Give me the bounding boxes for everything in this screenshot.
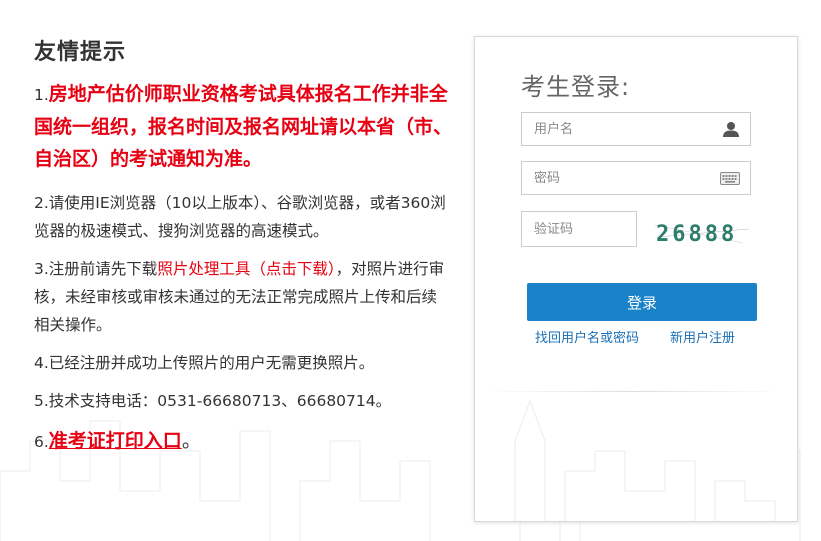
username-input[interactable] xyxy=(522,113,714,145)
captcha-field xyxy=(521,211,637,247)
password-field xyxy=(521,161,751,195)
notice-item-1-text: 房地产估价师职业资格考试具体报名工作并非全国统一组织，报名时间及报名网址请以本省… xyxy=(34,83,453,170)
keyboard-icon[interactable] xyxy=(720,170,740,186)
login-title: 考生登录: xyxy=(521,73,631,101)
captcha-input[interactable] xyxy=(522,212,634,246)
login-button[interactable]: 登录 xyxy=(527,283,757,321)
user-icon xyxy=(723,122,739,137)
notice-item-2: 2.请使用IE浏览器（10以上版本）、谷歌浏览器，或者360浏览器的极速模式、搜… xyxy=(34,189,452,245)
notice-item-4: 4.已经注册并成功上传照片的用户无需更换照片。 xyxy=(34,349,452,377)
captcha-text: 26888 xyxy=(656,222,737,247)
notice-item-6: 6.准考证打印入口。 xyxy=(34,425,452,458)
notice-item-5-number: 5. xyxy=(34,392,49,410)
notice-item-5-text: 技术支持电话：0531-66680713、66680714。 xyxy=(48,392,392,410)
admission-ticket-print-link[interactable]: 准考证打印入口 xyxy=(49,430,182,452)
notice-item-2-number: 2. xyxy=(34,194,49,212)
notice-item-1: 1.房地产估价师职业资格考试具体报名工作并非全国统一组织，报名时间及报名网址请以… xyxy=(34,78,452,175)
forgot-credentials-link[interactable]: 找回用户名或密码 xyxy=(535,327,639,346)
notice-item-3: 3.注册前请先下载照片处理工具（点击下载），对照片进行审核，未经审核或审核未通过… xyxy=(34,255,452,339)
password-input[interactable] xyxy=(522,162,714,194)
notice-item-3-number: 3. xyxy=(34,260,49,278)
notice-item-3-pre: 注册前请先下载 xyxy=(48,260,158,278)
login-panel: 考生登录: 26888 登录 xyxy=(474,36,798,522)
notice-panel: 友情提示 1.房地产估价师职业资格考试具体报名工作并非全国统一组织，报名时间及报… xyxy=(34,34,452,458)
notice-item-2-text: 请使用IE浏览器（10以上版本）、谷歌浏览器，或者360浏览器的极速模式、搜狗浏… xyxy=(34,194,446,240)
notice-item-4-text: 已经注册并成功上传照片的用户无需更换照片。 xyxy=(48,354,375,372)
register-link[interactable]: 新用户注册 xyxy=(670,327,735,346)
notice-item-1-number: 1. xyxy=(34,86,49,104)
username-field xyxy=(521,112,751,146)
notice-item-4-number: 4. xyxy=(34,354,49,372)
notice-item-5: 5.技术支持电话：0531-66680713、66680714。 xyxy=(34,387,452,415)
panel-skyline-decoration xyxy=(514,399,776,521)
notice-item-6-number: 6. xyxy=(34,433,49,451)
photo-tool-download-link[interactable]: 照片处理工具（点击下载） xyxy=(157,260,335,278)
notice-title: 友情提示 xyxy=(34,40,127,65)
notice-item-6-tail: 。 xyxy=(181,430,201,452)
captcha-image[interactable]: 26888 xyxy=(653,215,753,249)
